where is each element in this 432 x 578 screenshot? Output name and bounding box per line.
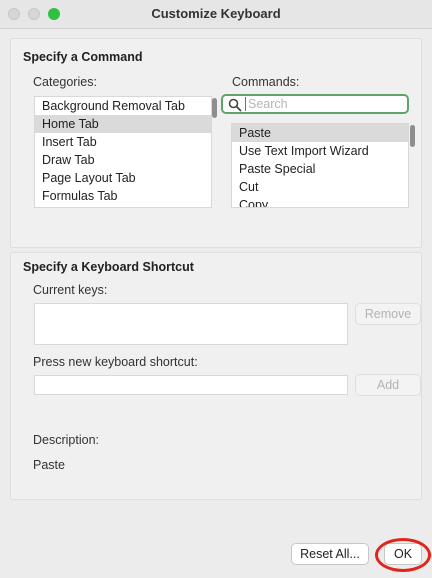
new-shortcut-label: Press new keyboard shortcut: <box>33 355 198 369</box>
search-field[interactable] <box>221 94 409 114</box>
window-title: Customize Keyboard <box>151 6 281 21</box>
command-item[interactable]: Use Text Import Wizard <box>232 142 408 160</box>
description-label: Description: <box>33 433 99 447</box>
title-bar: Customize Keyboard <box>0 0 432 29</box>
add-button[interactable]: Add <box>355 374 421 396</box>
categories-label: Categories: <box>33 75 97 89</box>
category-item[interactable]: Insert Tab <box>35 133 211 151</box>
shortcut-section-heading: Specify a Keyboard Shortcut <box>23 260 194 274</box>
categories-list[interactable]: Background Removal Tab Home Tab Insert T… <box>34 96 212 208</box>
ok-highlight-annotation <box>375 538 431 572</box>
categories-scrollbar[interactable] <box>212 98 217 118</box>
reset-all-button[interactable]: Reset All... <box>291 543 369 565</box>
current-keys-label: Current keys: <box>33 283 108 297</box>
description-text: Paste <box>33 458 65 472</box>
category-item[interactable]: Background Removal Tab <box>35 97 211 115</box>
category-item[interactable]: Page Layout Tab <box>35 169 211 187</box>
command-section-heading: Specify a Command <box>23 50 143 64</box>
current-keys-list[interactable] <box>34 303 348 345</box>
remove-button[interactable]: Remove <box>355 303 421 325</box>
new-shortcut-input[interactable] <box>34 375 348 395</box>
category-item[interactable]: Draw Tab <box>35 151 211 169</box>
category-item[interactable]: Formulas Tab <box>35 187 211 205</box>
commands-list[interactable]: Paste Use Text Import Wizard Paste Speci… <box>231 123 409 208</box>
commands-scrollbar[interactable] <box>410 125 415 147</box>
search-input[interactable] <box>245 97 398 111</box>
search-icon <box>228 98 242 112</box>
command-item[interactable]: Cut <box>232 178 408 196</box>
command-item[interactable]: Copy <box>232 196 408 207</box>
commands-label: Commands: <box>232 75 300 89</box>
command-item[interactable]: Paste Special <box>232 160 408 178</box>
command-item-selected[interactable]: Paste <box>232 124 408 142</box>
category-item-selected[interactable]: Home Tab <box>35 115 211 133</box>
